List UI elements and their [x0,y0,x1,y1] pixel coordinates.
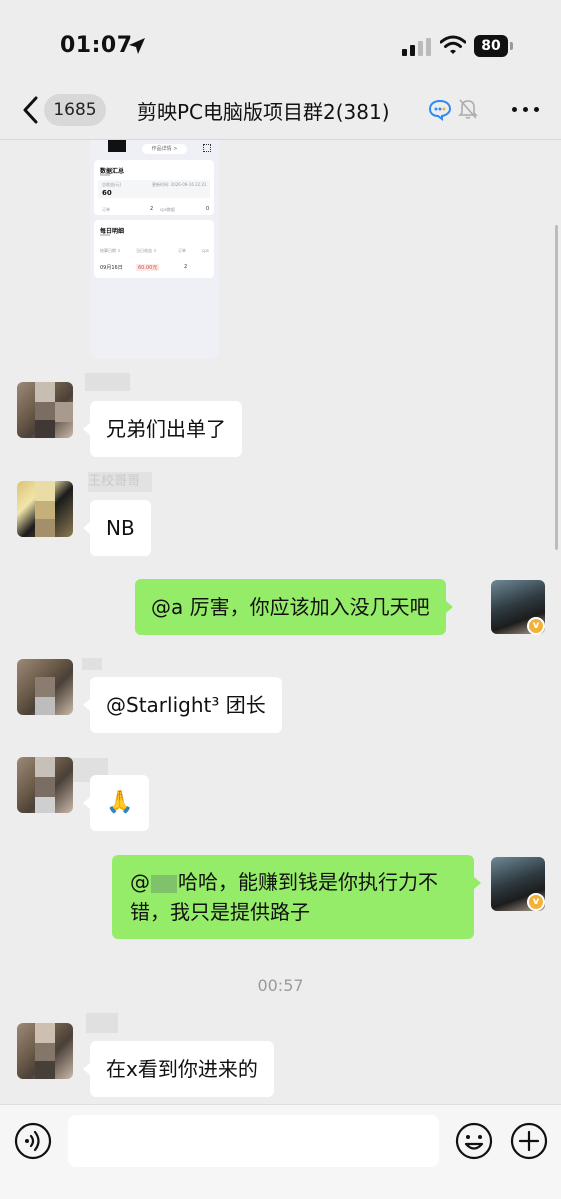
mention-prefix: @ [130,870,150,894]
message-bubble-outgoing[interactable]: @a 厉害，你应该加入没几天吧 [135,579,453,635]
voice-icon[interactable] [14,1122,52,1160]
chat-bubble-icon [428,99,452,121]
avatar[interactable] [17,1023,73,1079]
avatar[interactable] [17,481,73,537]
location-arrow-icon [129,38,145,54]
shared-screenshot-image[interactable]: 作品详情 > 数据汇总 总收益(元) 更新时间: 2026-09-16 22:2… [90,140,219,359]
sender-name-2: 王校哥哥 [88,472,152,492]
data-summary-card: 数据汇总 总收益(元) 更新时间: 2026-09-16 22:21 60 订单… [94,160,214,215]
verified-badge-icon: v [527,617,545,635]
battery-icon: 80 [474,35,514,57]
sender-name-1 [85,373,130,391]
chat-header: 1685 剪映PC电脑版项目群2(381) [0,82,561,140]
redacted-name [151,874,177,893]
message-timestamp: 00:57 [257,976,304,995]
message-input[interactable] [68,1115,439,1167]
message-bubble[interactable]: 兄弟们出单了 [83,401,242,457]
avatar[interactable] [17,757,73,813]
wifi-icon [440,35,466,54]
input-bar [0,1104,561,1199]
status-bar: 01:07 80 [0,0,561,80]
back-chevron-icon[interactable] [22,96,38,124]
status-time: 01:07 [60,33,133,58]
message-bubble-outgoing[interactable]: @ 哈哈，能赚到钱是你执行力不错，我只是提供路子 [112,855,481,939]
scrollbar[interactable] [555,225,558,550]
more-dots-icon[interactable] [512,106,540,114]
mute-bell-icon [458,99,478,119]
emoji-icon[interactable] [455,1122,493,1160]
message-bubble[interactable]: @Starlight³ 团长 [83,677,282,733]
avatar[interactable] [17,382,73,438]
sender-name-7 [86,1013,118,1033]
page-title[interactable]: 剪映PC电脑版项目群2(381) [137,96,390,125]
verified-badge-icon: v [527,893,545,911]
avatar[interactable] [17,659,73,715]
unread-count-badge[interactable]: 1685 [44,94,106,126]
message-bubble[interactable]: 🙏 [82,775,150,831]
message-bubble[interactable]: 在x看到你进来的 [83,1041,274,1097]
sender-name-4 [82,658,102,670]
plus-icon[interactable] [510,1122,548,1160]
battery-level: 80 [474,35,508,57]
cellular-signal-icon [402,38,431,56]
screenshot-pill: 作品详情 > [142,144,187,154]
daily-detail-card: 每日明细 结算日期 ⇕ 当日收益 ⇕ 订单 cps 09月16日 60.00元 … [94,220,214,278]
message-bubble[interactable]: NB [83,500,151,556]
